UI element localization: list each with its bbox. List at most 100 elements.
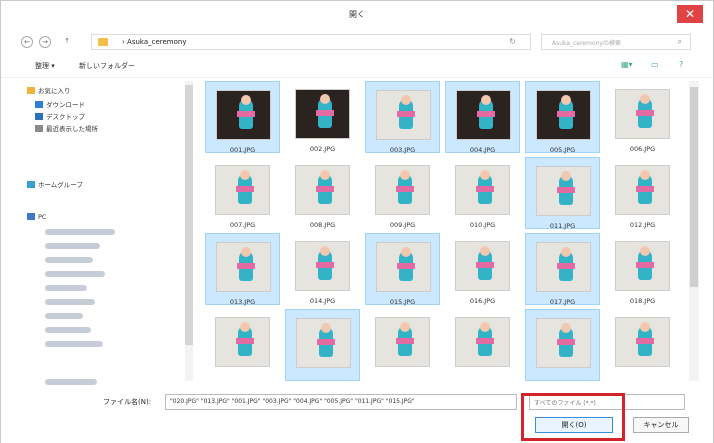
- file-tile[interactable]: 015.JPG: [365, 233, 440, 306]
- obi-sash: [636, 110, 654, 116]
- obi-sash: [237, 263, 255, 269]
- organize-button[interactable]: 整理 ▾: [35, 61, 55, 71]
- thumbnail-image: [536, 90, 591, 140]
- file-tile[interactable]: 007.JPG: [205, 157, 280, 229]
- face-shape: [401, 247, 411, 257]
- file-tile[interactable]: 008.JPG: [285, 157, 360, 229]
- face-shape: [481, 95, 491, 105]
- dialog-title: 開く: [349, 10, 365, 19]
- file-tile[interactable]: 003.JPG: [365, 81, 440, 154]
- thumbnail-image: [296, 318, 351, 368]
- file-name: 015.JPG: [389, 298, 416, 306]
- obi-sash: [636, 186, 654, 192]
- file-tile[interactable]: 006.JPG: [605, 81, 680, 153]
- face-shape: [561, 323, 571, 333]
- thumbnail-image: [536, 318, 591, 368]
- file-tile[interactable]: 012.JPG: [605, 157, 680, 229]
- nav-scrollbar-thumb[interactable]: [185, 85, 193, 345]
- back-button[interactable]: ←: [21, 36, 33, 48]
- desktop-icon: [35, 113, 43, 120]
- close-button[interactable]: ✕: [677, 5, 703, 23]
- file-tile[interactable]: 016.JPG: [445, 233, 520, 305]
- thumbnail-image: [295, 241, 350, 291]
- thumbnail-image: [456, 90, 511, 140]
- thumbnail-image: [536, 166, 591, 216]
- file-name: 014.JPG: [309, 297, 336, 305]
- nav-item-recent[interactable]: 最近表示した場所: [35, 123, 98, 135]
- refresh-icon[interactable]: ↻: [509, 37, 516, 46]
- file-tile[interactable]: 017.JPG: [525, 233, 600, 306]
- file-tile[interactable]: 005.JPG: [525, 81, 600, 154]
- obi-sash: [237, 111, 255, 117]
- face-shape: [321, 323, 331, 333]
- search-placeholder: Asuka_ceremonyの検索: [552, 40, 621, 47]
- file-tile[interactable]: [605, 309, 680, 381]
- file-tile[interactable]: [365, 309, 440, 381]
- thumbnail-image: [455, 317, 510, 367]
- file-name: 003.JPG: [389, 146, 416, 154]
- preview-pane-icon[interactable]: ▭: [651, 60, 659, 69]
- up-button[interactable]: ↑: [61, 36, 73, 48]
- file-grid: 001.JPG 002.JPG 003.JPG 004.JPG 005.JPG 006.J…: [197, 79, 685, 389]
- cancel-button[interactable]: キャンセル: [633, 417, 689, 433]
- thumbnail-image: [615, 165, 670, 215]
- file-name: 011.JPG: [549, 222, 576, 230]
- view-options-icon[interactable]: ▦▾: [621, 60, 633, 69]
- face-shape: [561, 247, 571, 257]
- file-tile[interactable]: [205, 309, 280, 381]
- nav-scrollbar[interactable]: [185, 81, 193, 381]
- search-input[interactable]: Asuka_ceremonyの検索 ⌕: [541, 34, 691, 50]
- file-tile[interactable]: 010.JPG: [445, 157, 520, 229]
- nav-item-pc[interactable]: PC: [27, 213, 46, 225]
- blurred-nav-item: [45, 327, 91, 333]
- file-tile[interactable]: 011.JPG: [525, 157, 600, 230]
- address-bar-row: ← → ↑ › Asuka_ceremony ↻ Asuka_ceremonyの…: [1, 28, 713, 54]
- blurred-nav-item: [45, 299, 95, 305]
- file-tile[interactable]: 018.JPG: [605, 233, 680, 305]
- face-shape: [480, 170, 490, 180]
- thumbnail-image: [216, 90, 271, 140]
- open-button-highlight: [521, 393, 625, 441]
- face-shape: [400, 322, 410, 332]
- filename-field[interactable]: "020.JPG" "013.JPG" "001.JPG" "003.JPG" …: [165, 394, 517, 410]
- nav-item-favorites[interactable]: お気に入り: [27, 85, 71, 97]
- file-name: 002.JPG: [309, 145, 336, 153]
- search-icon: ⌕: [677, 37, 682, 46]
- obi-sash: [636, 338, 654, 344]
- nav-item-downloads[interactable]: ダウンロード: [35, 99, 85, 111]
- file-grid-scrollbar-thumb[interactable]: [690, 87, 698, 287]
- nav-item-homegroup[interactable]: ホームグループ: [27, 179, 83, 191]
- file-tile[interactable]: 013.JPG: [205, 233, 280, 306]
- file-tile[interactable]: [445, 309, 520, 381]
- download-icon: [35, 101, 43, 108]
- file-tile[interactable]: 004.JPG: [445, 81, 520, 154]
- file-name: 016.JPG: [469, 297, 496, 305]
- nav-item-desktop[interactable]: デスクトップ: [35, 111, 85, 123]
- face-shape: [480, 322, 490, 332]
- obi-sash: [316, 262, 334, 268]
- file-tile[interactable]: 001.JPG: [205, 81, 280, 154]
- file-name: 005.JPG: [549, 146, 576, 154]
- thumbnail-image: [375, 165, 430, 215]
- file-tile[interactable]: 002.JPG: [285, 81, 360, 153]
- new-folder-button[interactable]: 新しいフォルダー: [79, 61, 135, 71]
- file-grid-scrollbar[interactable]: [689, 81, 699, 381]
- blurred-nav-item: [45, 379, 97, 385]
- file-tile[interactable]: [285, 309, 360, 381]
- obi-sash: [476, 186, 494, 192]
- title-bar: 開く ✕: [1, 1, 713, 28]
- thumbnail-image: [455, 241, 510, 291]
- file-name: 012.JPG: [629, 221, 656, 229]
- file-tile[interactable]: 009.JPG: [365, 157, 440, 229]
- face-shape: [561, 95, 571, 105]
- file-name: 007.JPG: [229, 221, 256, 229]
- blurred-nav-item: [45, 243, 100, 249]
- address-bar[interactable]: › Asuka_ceremony ↻: [91, 34, 531, 50]
- file-tile[interactable]: [525, 309, 600, 381]
- help-icon[interactable]: ?: [679, 60, 683, 69]
- forward-button[interactable]: →: [39, 36, 51, 48]
- pc-icon: [27, 213, 35, 220]
- file-tile[interactable]: 014.JPG: [285, 233, 360, 305]
- face-shape: [320, 170, 330, 180]
- face-shape: [240, 170, 250, 180]
